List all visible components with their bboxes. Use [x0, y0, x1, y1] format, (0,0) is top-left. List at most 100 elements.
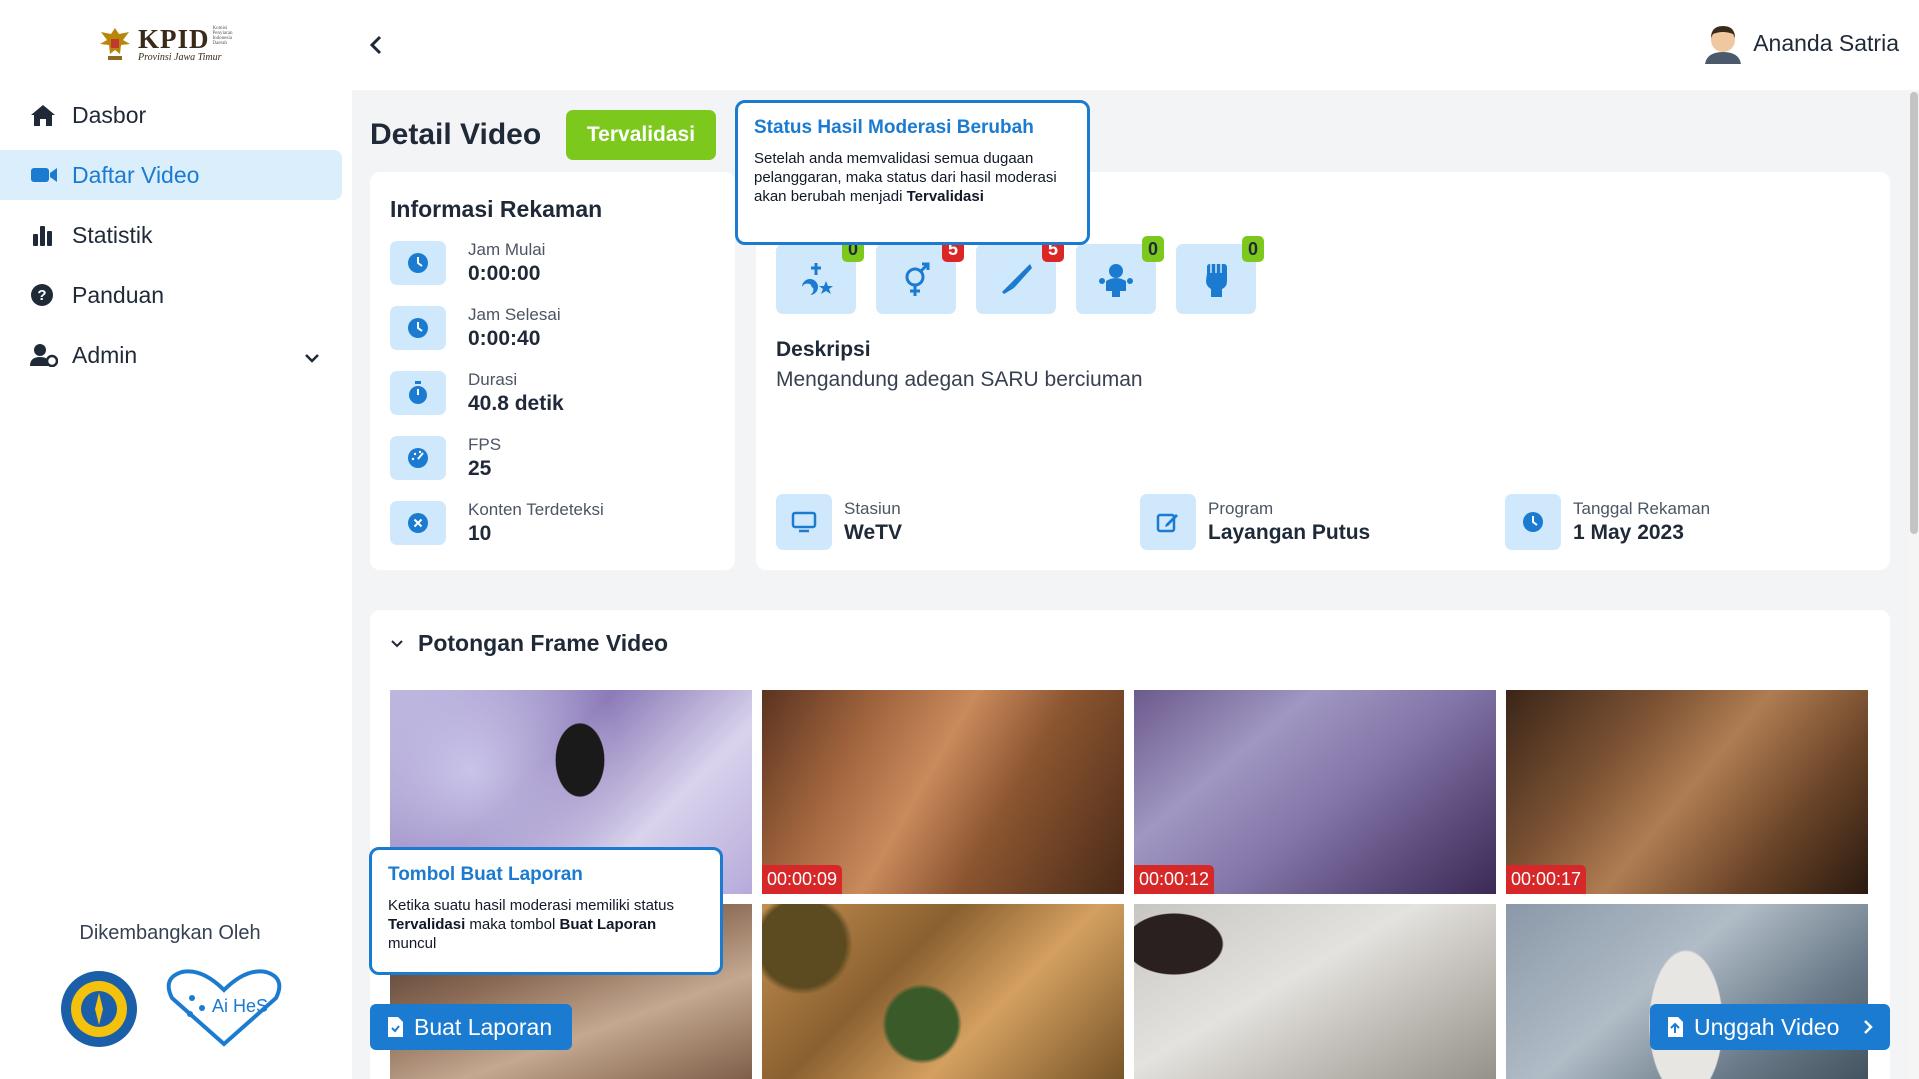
fist-icon — [1206, 264, 1227, 297]
create-report-label: Buat Laporan — [414, 1013, 553, 1040]
video-frame[interactable] — [1506, 904, 1868, 1079]
chevron-down-icon — [391, 639, 403, 647]
sidebar-item-label: Daftar Video — [72, 161, 200, 188]
info-row-end-time: Jam Selesai 0:00:40 — [390, 305, 561, 351]
violation-protest[interactable]: 0 — [1176, 236, 1264, 314]
info-label: Jam Mulai — [468, 240, 546, 259]
video-frame[interactable]: 00:00:17 — [1506, 690, 1868, 894]
developed-by-label: Dikembangkan Oleh — [79, 922, 261, 944]
edit-icon — [1140, 494, 1196, 550]
frame-timestamp: 00:00:09 — [762, 865, 843, 894]
sidebar-item-label: Admin — [72, 341, 138, 368]
info-row-fps: FPS 25 — [390, 435, 501, 481]
info-row-duration: Durasi 40.8 detik — [390, 370, 564, 416]
upload-video-button[interactable]: Unggah Video — [1650, 1004, 1890, 1050]
violation-sexual[interactable]: 5 — [876, 236, 964, 314]
clock-icon — [390, 306, 446, 350]
description-label: Deskripsi — [776, 338, 871, 361]
file-icon — [388, 1017, 403, 1037]
logo-small-text: Komisi Penyiaran Indonesia Daerah — [212, 25, 233, 46]
gender-icon — [905, 262, 930, 296]
knife-icon — [1002, 264, 1032, 294]
create-report-button[interactable]: Buat Laporan — [370, 1004, 572, 1050]
info-row-detected: Konten Terdeteksi 10 — [390, 500, 604, 546]
info-value: 40.8 detik — [468, 392, 564, 415]
sidebar-item-daftar-video[interactable]: Daftar Video — [0, 150, 342, 200]
program-value: Layangan Putus — [1208, 521, 1371, 544]
info-value: 25 — [468, 457, 492, 480]
date-label: Tanggal Rekaman — [1573, 499, 1711, 518]
monitor-icon — [776, 494, 832, 550]
scrollbar-thumb[interactable] — [1910, 92, 1918, 534]
status-badge: Tervalidasi — [566, 110, 716, 160]
tooltip-text: muncul — [388, 935, 437, 952]
sidebar-item-label: Statistik — [72, 221, 153, 248]
info-label: Durasi — [468, 370, 518, 389]
description-text: Mengandung adegan SARU berciuman — [776, 368, 1143, 391]
gauge-icon — [390, 436, 446, 480]
info-label: FPS — [468, 435, 502, 454]
station-value: WeTV — [844, 521, 902, 544]
user-gear-icon — [30, 342, 60, 368]
file-upload-icon — [1668, 1017, 1683, 1037]
frame-timestamp: 00:00:17 — [1506, 865, 1587, 894]
video-camera-icon — [30, 162, 60, 188]
violation-violence[interactable]: 5 — [976, 236, 1064, 314]
program-label: Program — [1208, 499, 1274, 518]
bar-chart-icon — [30, 222, 60, 248]
home-icon — [30, 102, 60, 128]
sidebar-item-label: Dasbor — [72, 101, 147, 128]
frames-header-toggle[interactable]: Potongan Frame Video — [390, 630, 668, 657]
sidebar: KPID Komisi Penyiaran Indonesia Daerah P… — [0, 0, 350, 1079]
tooltip-title: Status Hasil Moderasi Berubah — [754, 117, 1034, 138]
violation-religion[interactable]: 0 — [776, 236, 864, 314]
clock-icon — [1505, 494, 1561, 550]
info-label: Jam Selesai — [468, 305, 561, 324]
back-button[interactable] — [364, 30, 388, 60]
aihes-logo-text: Ai HeS — [212, 996, 268, 1016]
sidebar-item-admin[interactable]: Admin — [0, 330, 342, 380]
tooltip-text: Ketika suatu hasil moderasi memiliki sta… — [388, 897, 674, 914]
date-value: 1 May 2023 — [1573, 521, 1684, 544]
kpid-logo[interactable]: KPID Komisi Penyiaran Indonesia Daerah P… — [98, 24, 243, 64]
violation-categories: 0 5 5 0 0 — [776, 236, 1264, 314]
sidebar-item-statistik[interactable]: Statistik — [0, 210, 342, 260]
sidebar-item-dasbor[interactable]: Dasbor — [0, 90, 342, 140]
info-row-start-time: Jam Mulai 0:00:00 — [390, 240, 545, 286]
tooltip-report-button: Tombol Buat Laporan Ketika suatu hasil m… — [369, 847, 723, 975]
tooltip-body: Ketika suatu hasil moderasi memiliki sta… — [388, 896, 704, 953]
tooltip-title: Tombol Buat Laporan — [388, 864, 583, 885]
x-circle-icon — [390, 501, 446, 545]
chevron-left-icon — [369, 35, 382, 55]
video-frame[interactable] — [1134, 904, 1496, 1079]
tooltip-bold-text: Tervalidasi — [906, 188, 984, 205]
info-value: 0:00:00 — [468, 262, 541, 285]
tooltip-body: Setelah anda memvalidasi semua dugaan pe… — [754, 149, 1071, 206]
station-label: Stasiun — [844, 499, 901, 518]
info-value: 10 — [468, 522, 492, 545]
page-title: Detail Video — [370, 118, 542, 151]
garuda-emblem-icon — [100, 28, 130, 60]
recording-info-card: Informasi Rekaman Jam Mulai 0:00:00 Jam S… — [370, 172, 735, 570]
logo-subtitle: Provinsi Jawa Timur — [138, 51, 222, 63]
logo-title: KPID — [138, 23, 210, 54]
video-frame[interactable]: 00:00:12 — [1134, 690, 1496, 894]
violation-child[interactable]: 0 — [1076, 236, 1164, 314]
tooltip-bold-text: Buat Laporan — [559, 916, 657, 933]
user-name: Ananda Satria — [1753, 29, 1899, 56]
tooltip-text: Setelah anda memvalidasi semua dugaan pe… — [754, 150, 1057, 205]
tooltip-bold-text: Tervalidasi — [388, 916, 466, 933]
clock-icon — [390, 241, 446, 285]
violation-count-badge: 0 — [1242, 236, 1264, 262]
tooltip-text: maka tombol — [465, 916, 560, 933]
video-frame[interactable] — [762, 904, 1124, 1079]
aihes-logo-icon: Ai HeS — [166, 969, 282, 1047]
user-menu[interactable]: Ananda Satria — [1703, 22, 1899, 64]
sidebar-item-label: Panduan — [72, 281, 165, 308]
tooltip-status-changed: Status Hasil Moderasi Berubah Setelah an… — [735, 100, 1090, 245]
its-logo-icon — [61, 971, 137, 1047]
sidebar-item-panduan[interactable]: ? Panduan — [0, 270, 342, 320]
video-frame[interactable]: 00:00:09 — [762, 690, 1124, 894]
info-value: 0:00:40 — [468, 327, 541, 350]
partner-logos: Ai HeS — [58, 968, 286, 1050]
